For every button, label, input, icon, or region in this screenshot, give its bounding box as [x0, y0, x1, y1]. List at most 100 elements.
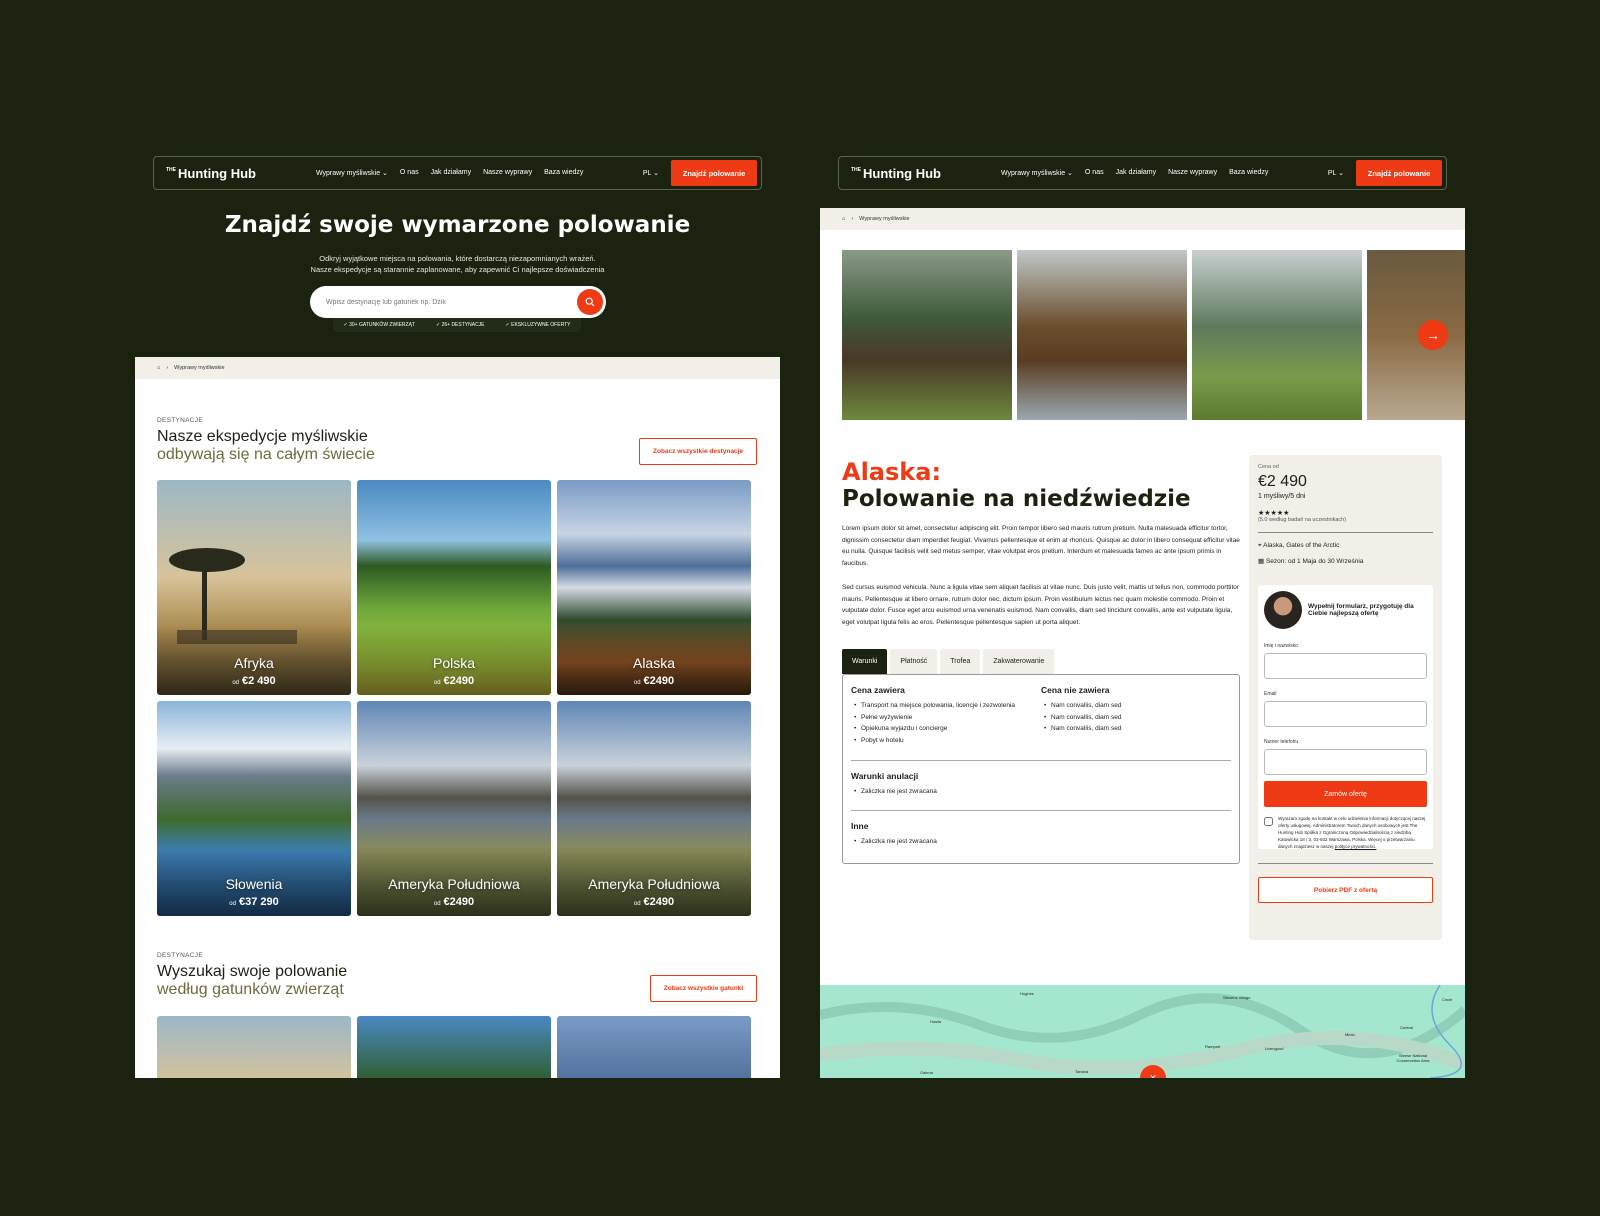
field-label: Email [1264, 691, 1277, 697]
name-input[interactable] [1264, 653, 1427, 679]
consent-text: Wyrażam zgodę na kontakt w celu udzielen… [1278, 815, 1427, 850]
excludes-list: Nam convallis, diam sedNam convallis, di… [1041, 700, 1121, 735]
rating-text: (5.0 według badań na uczestnikach) [1258, 517, 1347, 523]
cancel-title: Warunki anulacji [851, 771, 919, 781]
destination-card[interactable]: Alaska od €2490 [557, 480, 751, 695]
list-item: Pełne wyżywienie [851, 712, 1041, 724]
list-item: Nam convallis, diam sed [1041, 723, 1121, 735]
map-label: Huslia [930, 1019, 942, 1024]
badge-label: 26+ DESTYNACJE [441, 322, 485, 328]
breadcrumb-separator: › [851, 216, 854, 222]
nav-item-trips[interactable]: Nasze wyprawy [1168, 169, 1217, 177]
tab-trophies[interactable]: Trofea [940, 649, 981, 674]
price-unit: 1 myśliwy/5 dni [1258, 493, 1306, 500]
destination-name: Polska [432, 655, 476, 671]
chevron-down-icon: ⌄ [653, 170, 659, 177]
details-tabs: Warunki Płatność Trofea Zakwaterowanie C… [842, 649, 1240, 864]
badge-label: 30+ GATUNKÓW ZWIERZĄT [349, 322, 415, 328]
map[interactable]: Hughes Huslia Galena Tanana Livengood Ce… [820, 985, 1465, 1078]
tab-conditions[interactable]: Warunki [842, 649, 888, 674]
privacy-policy-link[interactable]: polityce prywatności. [1335, 844, 1377, 849]
tab-payment[interactable]: Płatność [890, 649, 938, 674]
map-label: Steese National Conservation Area [1396, 1053, 1430, 1063]
nav-item-about[interactable]: O nas [1085, 169, 1104, 177]
offer-title: Alaska: Polowanie na niedźwiedzie [842, 458, 1242, 512]
map-label: Rampart [1205, 1044, 1221, 1049]
map-label: Central [1400, 1025, 1413, 1030]
season-row: ▦ Sezon: od 1 Maja do 30 Września [1258, 557, 1433, 565]
consent-row: Wyrażam zgodę na kontakt w celu udzielen… [1264, 815, 1427, 850]
nav-item-how[interactable]: Jak działamy [431, 169, 471, 177]
species-card[interactable] [557, 1016, 751, 1078]
gallery-photo[interactable] [842, 250, 1012, 420]
language-selector[interactable]: PL ⌄ [643, 169, 659, 177]
section-subtitle: odbywają się na całym świecie [157, 446, 375, 463]
title-main: Polowanie na niedźwiedzie [842, 486, 1191, 512]
find-hunt-button[interactable]: Znajdź polowanie [671, 160, 757, 186]
logo[interactable]: THE Hunting Hub [166, 166, 256, 181]
logo-prefix: THE [851, 166, 861, 173]
nav-item-about[interactable]: O nas [400, 169, 419, 177]
nav-item-knowledge[interactable]: Baza wiedzy [1229, 169, 1268, 177]
destination-price: od €2490 [557, 675, 751, 687]
tab-accommodation[interactable]: Zakwaterowanie [983, 649, 1055, 674]
phone-field: Numer telefonu [1264, 739, 1427, 775]
gallery-next-button[interactable]: → [1418, 320, 1448, 350]
breadcrumb: ⌂ › Wyprawy myśliwskie [820, 208, 1465, 230]
breadcrumb-current[interactable]: Wyprawy myśliwskie [174, 365, 224, 371]
search-button[interactable] [577, 289, 603, 315]
nav-item-expeditions[interactable]: Wyprawy myśliwskie ⌄ [1001, 169, 1073, 177]
description-paragraph: Sed cursus euismod vehicula. Nunc a ligu… [842, 584, 1240, 626]
nav-item-knowledge[interactable]: Baza wiedzy [544, 169, 583, 177]
destination-card[interactable]: Słowenia od €37 290 [157, 701, 351, 916]
description-paragraph: Lorem ipsum dolor sit amet, consectetur … [842, 525, 1240, 567]
field-label: Numer telefonu [1264, 739, 1299, 745]
logo[interactable]: THE Hunting Hub [851, 166, 941, 181]
price-label: Cena od [1258, 464, 1279, 470]
booking-sidebar: Cena od €2 490 1 myśliwy/5 dni ★★★★★ (5.… [1249, 455, 1442, 940]
consent-checkbox[interactable] [1264, 817, 1273, 826]
nav-item-trips[interactable]: Nasze wyprawy [483, 169, 532, 177]
form-intro: Wypełnij formularz, przygotuję dla Ciebi… [1308, 603, 1414, 617]
language-selector[interactable]: PL ⌄ [1328, 169, 1344, 177]
download-pdf-button[interactable]: Pobierz PDF z ofertą [1258, 877, 1433, 903]
nav-item-expeditions[interactable]: Wyprawy myśliwskie ⌄ [316, 169, 388, 177]
home-icon[interactable]: ⌂ [842, 216, 845, 222]
destination-card[interactable]: Ameryka Południowa od €2490 [557, 701, 751, 916]
species-card[interactable] [157, 1016, 351, 1078]
destination-card[interactable]: Afryka od €2 490 [157, 480, 351, 695]
logo-name: Hunting Hub [178, 165, 256, 181]
nav-item-how[interactable]: Jak działamy [1116, 169, 1156, 177]
field-label: Imię i nazwisko [1264, 643, 1298, 649]
price-prefix: od [633, 901, 641, 907]
gallery-photo[interactable] [1192, 250, 1362, 420]
price-details: Cena zawiera Transport na miejsce polowa… [851, 685, 1231, 746]
home-icon[interactable]: ⌂ [157, 365, 160, 371]
nav-label: Wyprawy myśliwskie [315, 170, 381, 177]
breadcrumb-current[interactable]: Wyprawy myśliwskie [859, 216, 909, 222]
all-destinations-button[interactable]: Zobacz wszystkie destynacje [639, 438, 757, 465]
calendar-icon: ▦ [1258, 558, 1266, 565]
order-offer-button[interactable]: Zamów ofertę [1264, 781, 1427, 807]
all-species-button[interactable]: Zobacz wszystkie gatunki [650, 975, 757, 1002]
breadcrumb-separator: › [166, 365, 169, 371]
badge: ✓ 26+ DESTYNACJE [436, 322, 485, 328]
search-input[interactable] [326, 298, 577, 306]
gallery-photo[interactable] [1017, 250, 1187, 420]
phone-input[interactable] [1264, 749, 1427, 775]
price-value: €2 490 [1258, 473, 1307, 490]
email-input[interactable] [1264, 701, 1427, 727]
navbar: THE Hunting Hub Wyprawy myśliwskie ⌄ O na… [838, 156, 1447, 190]
arrow-right-icon: → [1426, 327, 1440, 343]
map-label: Stevens Village [1223, 995, 1251, 1000]
badge: ✓ EKSKLUZYWNE OFERTY [506, 322, 571, 328]
destination-price: od €2490 [357, 896, 551, 908]
header: THE Hunting Hub Wyprawy myśliwskie ⌄ O na… [820, 140, 1465, 208]
avatar [1264, 591, 1302, 629]
hero-subtitle-line: Nasze ekspedycje są starannie zaplanowan… [310, 265, 605, 274]
destination-card[interactable]: Ameryka Południowa od €2490 [357, 701, 551, 916]
species-card[interactable] [357, 1016, 551, 1078]
gallery-photo[interactable] [1367, 250, 1465, 420]
destination-card[interactable]: Polska od €2490 [357, 480, 551, 695]
find-hunt-button[interactable]: Znajdź polowanie [1356, 160, 1442, 186]
